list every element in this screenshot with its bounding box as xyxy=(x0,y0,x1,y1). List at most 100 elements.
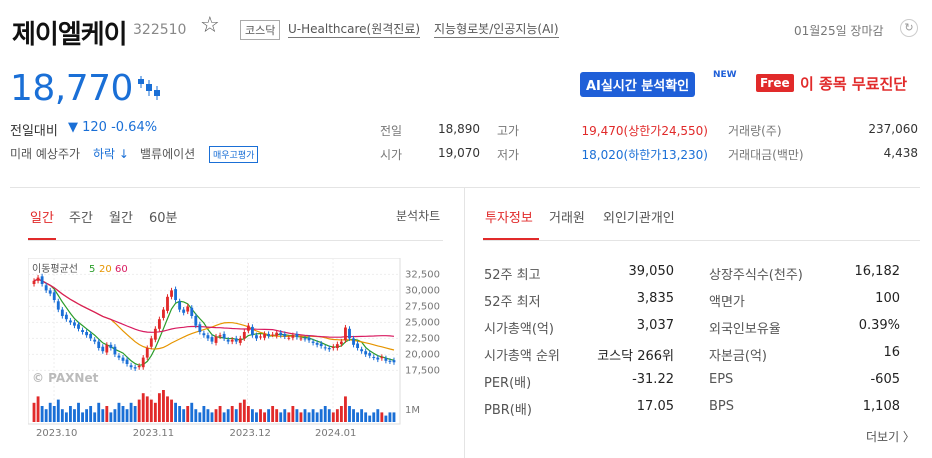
tab-broker[interactable]: 거래원 xyxy=(549,207,585,226)
stat-label-open: 시가 xyxy=(380,148,403,162)
stat-value-low: 18,020(하한가13,230) xyxy=(581,148,708,162)
x-tick-label: 2023.11 xyxy=(133,428,174,438)
volume-bar xyxy=(380,412,384,422)
volume-bar xyxy=(153,402,157,422)
tab-60min[interactable]: 60분 xyxy=(149,207,178,226)
volume-bar xyxy=(263,412,266,422)
tab-weekly[interactable]: 주간 xyxy=(69,207,93,226)
candle-body xyxy=(251,326,254,336)
favorite-star-icon[interactable]: ☆ xyxy=(200,15,220,37)
volume-bar xyxy=(364,412,368,422)
stock-chart[interactable]: 32,500 30,000 27,500 25,000 22,500 20,000 17,5… xyxy=(28,258,448,438)
volume-bar xyxy=(335,409,339,422)
volume-bar xyxy=(242,399,246,422)
volume-bar xyxy=(323,406,327,422)
candle-body xyxy=(97,341,101,348)
volume-bar xyxy=(202,406,206,422)
info-value: 코스닥 266위 xyxy=(597,349,674,364)
candle-body xyxy=(275,332,279,336)
info-value: 39,050 xyxy=(628,264,675,279)
free-badge[interactable]: Free xyxy=(756,74,794,92)
volume-bar xyxy=(230,406,234,422)
volume-bar xyxy=(348,406,351,422)
column-divider xyxy=(464,188,465,458)
candle-body xyxy=(194,316,198,326)
volume-bar xyxy=(44,409,48,422)
volume-bar xyxy=(36,396,40,422)
volume-bar xyxy=(52,406,56,422)
tab-foreign-inst[interactable]: 외인기관개인 xyxy=(603,207,675,226)
volume-bar xyxy=(145,396,149,422)
volume-bar xyxy=(125,409,129,422)
volume-bar xyxy=(303,409,307,422)
candle-body xyxy=(93,339,97,342)
candle-body xyxy=(81,330,84,332)
volume-bar xyxy=(267,409,271,422)
market-date: 01월25일 장마감 xyxy=(794,24,884,38)
volume-bar xyxy=(97,402,101,422)
info-value: 16,182 xyxy=(854,264,901,279)
info-value: 0.39% xyxy=(858,318,900,333)
valuation-badge[interactable]: 매우고평가 xyxy=(209,146,259,163)
change-label: 전일대비 xyxy=(10,124,58,139)
info-value: 1,108 xyxy=(862,399,900,414)
stat-value-amount: 4,438 xyxy=(883,146,918,160)
volume-bar xyxy=(319,409,323,422)
candle-body xyxy=(64,314,68,320)
info-tab-divider xyxy=(483,240,920,241)
tab-monthly[interactable]: 월간 xyxy=(109,207,133,226)
stock-name: 제이엘케이 xyxy=(12,20,128,50)
candle-body xyxy=(356,343,359,348)
legend-ma20: 20 xyxy=(99,264,112,275)
candle-body xyxy=(327,348,331,350)
info-label: PER(배) xyxy=(484,376,532,391)
new-badge: NEW xyxy=(713,70,737,80)
refresh-icon[interactable]: ↻ xyxy=(900,19,918,37)
tab-daily[interactable]: 일간 xyxy=(30,207,54,226)
candle-body xyxy=(335,344,339,348)
candle-body xyxy=(246,325,250,331)
volume-bar xyxy=(170,399,173,422)
volume-bar xyxy=(331,412,335,422)
volume-bar xyxy=(376,409,380,422)
volume-bar xyxy=(105,406,109,422)
volume-bar xyxy=(226,409,230,422)
volume-bar xyxy=(81,412,84,422)
volume-bar xyxy=(101,409,105,422)
candle-body xyxy=(190,307,194,316)
candle-body xyxy=(388,360,392,362)
info-label: PBR(배) xyxy=(484,403,532,418)
volume-bar xyxy=(279,412,283,422)
volume-bar xyxy=(186,406,190,422)
candle-body xyxy=(319,343,323,347)
theme-link[interactable]: 지능형로봇/인공지능(AI) xyxy=(434,20,559,38)
volume-bar xyxy=(137,399,141,422)
free-diagnosis-link[interactable]: 이 종목 무료진단 xyxy=(800,73,907,94)
chart-tab-divider xyxy=(28,240,443,241)
candle-body xyxy=(323,347,327,349)
volume-bar xyxy=(174,402,177,422)
ai-analysis-button[interactable]: AI실시간 분석확인 xyxy=(580,72,696,97)
volume-bar xyxy=(384,415,388,422)
y-tick-label: 17,500 xyxy=(405,365,440,376)
more-link[interactable]: 더보기 〉 xyxy=(866,428,915,445)
analysis-chart-link[interactable]: 분석차트 xyxy=(396,207,440,224)
volume-bar xyxy=(129,402,133,422)
volume-bar xyxy=(121,406,125,422)
candle-body xyxy=(344,327,347,341)
sector-link[interactable]: U-Healthcare(원격진료) xyxy=(288,20,421,38)
candle-body xyxy=(259,336,262,338)
volume-bar xyxy=(368,415,372,422)
legend-ma60: 60 xyxy=(115,264,128,275)
volume-bar xyxy=(69,406,72,422)
prediction-value[interactable]: 하락 ↓ xyxy=(93,145,129,162)
volume-bar xyxy=(32,402,36,422)
info-value: -31.22 xyxy=(632,372,674,387)
candle-body xyxy=(263,333,266,338)
tab-invest-info[interactable]: 투자정보 xyxy=(485,207,533,226)
candle-body xyxy=(137,365,141,368)
volume-bar xyxy=(210,412,214,422)
volume-bar xyxy=(251,409,254,422)
change-value: ▼ 120 -0.64% xyxy=(68,120,158,135)
candle-body xyxy=(89,333,93,339)
